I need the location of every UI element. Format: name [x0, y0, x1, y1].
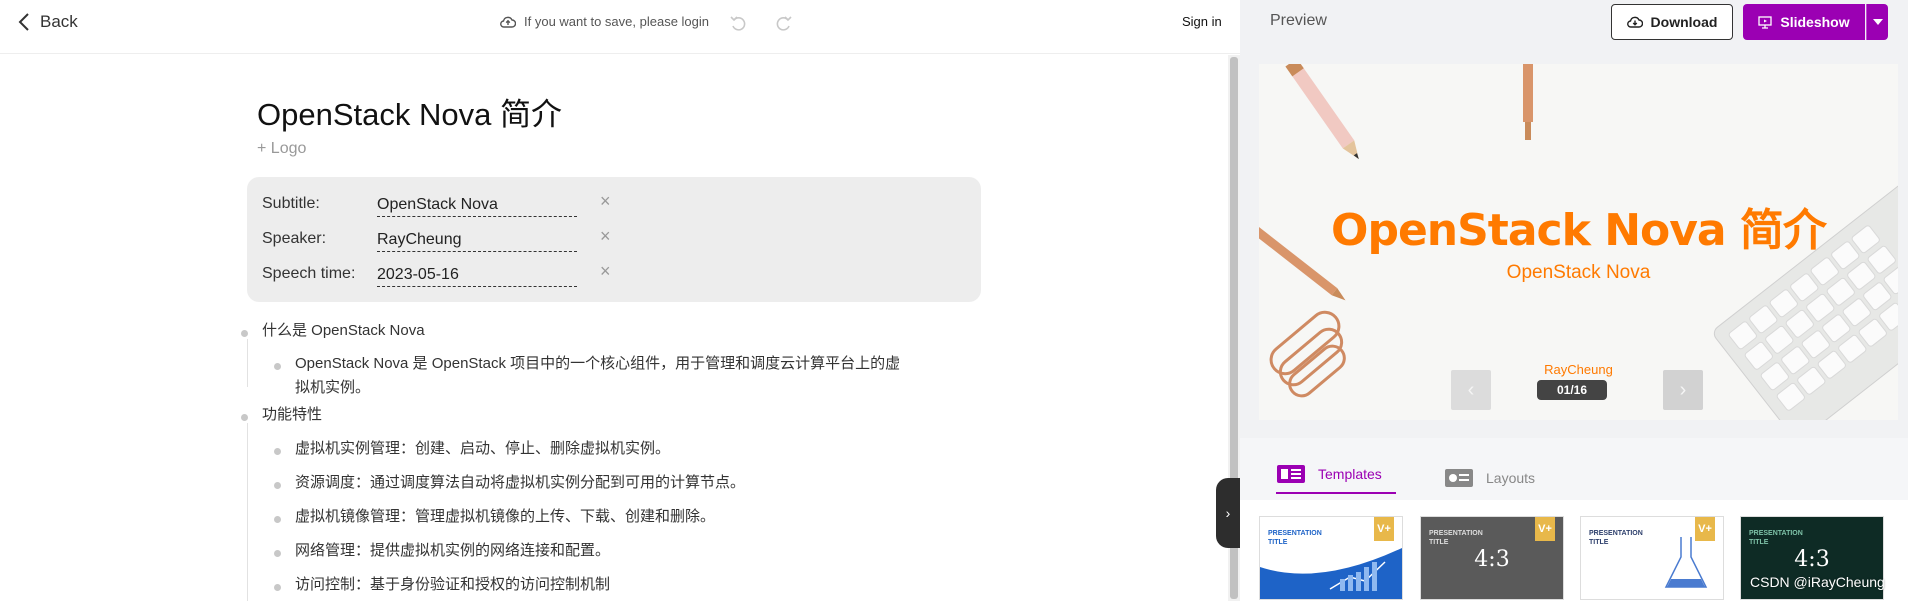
save-hint: If you want to save, please login [500, 14, 709, 29]
preview-panel: Preview Download Slideshow OpenStack Nov… [1240, 0, 1908, 601]
subtitle-label: Subtitle: [262, 195, 320, 212]
outline-item-continued[interactable]: 拟机实例。 [295, 376, 370, 400]
aspect-ratio-label: 4:3 [1794, 547, 1830, 572]
redo-icon[interactable] [774, 13, 794, 33]
outline-item[interactable]: OpenStack Nova 是 OpenStack 项目中的一个核心组件，用于… [295, 352, 900, 376]
clear-speaker-icon[interactable]: × [600, 226, 611, 247]
slideshow-button[interactable]: Slideshow [1743, 4, 1865, 40]
slide-counter: 01/16 [1537, 380, 1607, 400]
template-title: PRESENTATION TITLE [1429, 530, 1483, 546]
panel-tabs: Templates Layouts [1240, 438, 1908, 500]
next-slide-button[interactable]: › [1663, 370, 1703, 410]
vip-badge: V+ [1535, 517, 1555, 541]
slide-title: OpenStack Nova 简介 [1331, 205, 1827, 256]
slide-preview[interactable]: OpenStack Nova 简介 OpenStack Nova RayCheu… [1259, 64, 1898, 420]
vip-badge: V+ [1695, 517, 1715, 541]
presentation-icon [1758, 15, 1773, 29]
caret-down-icon [1872, 19, 1883, 25]
outline-guide [247, 423, 248, 601]
slideshow-label: Slideshow [1780, 14, 1850, 30]
templates-icon [1277, 465, 1305, 483]
undo-icon[interactable] [728, 13, 748, 33]
download-button[interactable]: Download [1611, 4, 1733, 40]
back-label: Back [40, 12, 78, 31]
collapse-panel-button[interactable]: › [1216, 478, 1240, 548]
tab-templates[interactable]: Templates [1276, 462, 1396, 494]
cloud-upload-icon [500, 16, 516, 28]
template-thumbnail[interactable]: PRESENTATION TITLE V+ [1259, 516, 1403, 600]
download-label: Download [1650, 14, 1718, 30]
preview-title: Preview [1270, 12, 1327, 29]
clear-speech-time-icon[interactable]: × [600, 261, 611, 282]
template-thumbnail[interactable]: PRESENTATION TITLE V+ [1580, 516, 1724, 600]
speech-time-row: Speech time: × [262, 261, 962, 289]
previous-slide-button[interactable]: ‹ [1451, 370, 1491, 410]
slide-subtitle: OpenStack Nova [1506, 262, 1651, 283]
slide-speaker: RayCheung [1544, 362, 1613, 377]
tab-layouts[interactable]: Layouts [1444, 462, 1535, 494]
chevron-left-icon: ‹ [1467, 378, 1475, 401]
document-title[interactable]: OpenStack Nova 简介 [257, 89, 562, 134]
bullet-icon [241, 330, 248, 337]
back-button[interactable]: Back [18, 12, 78, 32]
speaker-row: Speaker: × [262, 226, 962, 254]
aspect-ratio-label: 4:3 [1474, 547, 1510, 572]
vip-badge: V+ [1374, 517, 1394, 541]
clear-subtitle-icon[interactable]: × [600, 191, 611, 212]
cloud-download-icon [1626, 16, 1643, 28]
tab-templates-label: Templates [1318, 466, 1382, 482]
speaker-label: Speaker: [262, 230, 327, 247]
chevron-right-icon: › [1679, 378, 1687, 401]
template-title: PRESENTATION TITLE [1749, 530, 1803, 546]
bullet-icon [274, 482, 281, 489]
slideshow-dropdown-button[interactable] [1866, 4, 1888, 40]
outline-item[interactable]: 访问控制：基于身份验证和授权的访问控制机制 [295, 573, 610, 597]
outline-item[interactable]: 网络管理：提供虚拟机实例的网络连接和配置。 [295, 539, 610, 563]
meta-fields: Subtitle: × Speaker: × Speech time: × [247, 177, 981, 302]
template-title: PRESENTATION TITLE [1589, 530, 1643, 546]
chevron-right-icon: › [1225, 505, 1231, 521]
subtitle-row: Subtitle: × [262, 191, 962, 219]
speaker-input[interactable] [377, 228, 577, 252]
speech-time-input[interactable] [377, 263, 577, 287]
bullet-icon [274, 584, 281, 591]
save-hint-text: If you want to save, please login [524, 14, 710, 29]
template-title: PRESENTATION TITLE [1268, 530, 1322, 546]
template-thumbnail[interactable]: PRESENTATION TITLE 4:3 V+ [1420, 516, 1564, 600]
bullet-icon [274, 448, 281, 455]
top-bar: Back If you want to save, please login S… [0, 0, 1240, 54]
add-logo-button[interactable]: + Logo [257, 140, 306, 158]
sign-in-link[interactable]: Sign in [1182, 14, 1222, 29]
speech-time-label: Speech time: [262, 265, 356, 282]
outline-item[interactable]: 功能特性 [262, 403, 322, 427]
bullet-icon [274, 363, 281, 370]
chevron-left-icon [18, 13, 29, 31]
subtitle-input[interactable] [377, 193, 577, 217]
outline-item[interactable]: 资源调度：通过调度算法自动将虚拟机实例分配到可用的计算节点。 [295, 471, 745, 495]
outline-item[interactable]: 虚拟机镜像管理：管理虚拟机镜像的上传、下载、创建和删除。 [295, 505, 715, 529]
bullet-icon [274, 516, 281, 523]
outline-item[interactable]: 什么是 OpenStack Nova [262, 319, 425, 343]
app-window: Back If you want to save, please login S… [0, 0, 1908, 601]
watermark-text: CSDN @iRayCheung [1750, 574, 1885, 590]
bullet-icon [274, 550, 281, 557]
layouts-icon [1445, 469, 1473, 487]
outline-editor: OpenStack Nova 简介 + Logo Subtitle: × Spe… [0, 55, 1227, 601]
outline-guide [247, 339, 248, 387]
bullet-icon [241, 414, 248, 421]
tab-layouts-label: Layouts [1486, 470, 1536, 486]
outline-item[interactable]: 虚拟机实例管理：创建、启动、停止、删除虚拟机实例。 [295, 437, 670, 461]
